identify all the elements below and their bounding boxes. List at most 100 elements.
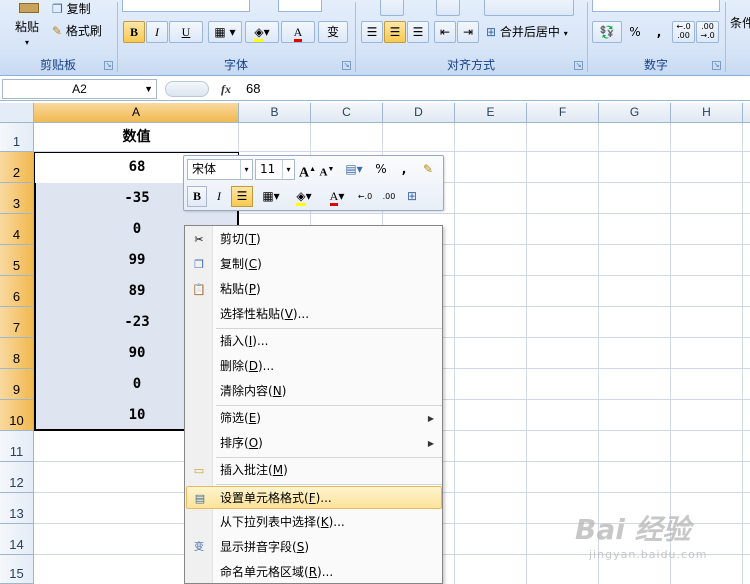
format-painter-button[interactable]: ✎ 格式刷 — [52, 22, 102, 39]
row-header-5[interactable]: 5 — [0, 245, 34, 276]
mini-currency-button[interactable]: ▤▾ — [340, 159, 368, 180]
shrink-font-button[interactable]: A▼ — [318, 159, 336, 180]
mini-increase-decimal-button[interactable]: ←.0 — [354, 186, 376, 207]
font-size-field[interactable] — [278, 0, 322, 12]
font-name-field[interactable] — [122, 0, 250, 12]
formula-input[interactable]: 68 — [246, 81, 260, 96]
percent-button[interactable]: % — [624, 21, 646, 43]
number-launcher-icon[interactable]: ↘ — [712, 61, 721, 70]
bold-button[interactable]: B — [123, 21, 145, 43]
mini-merge-button[interactable]: ⊞ — [402, 186, 422, 207]
row-header-13[interactable]: 13 — [0, 493, 34, 524]
menu-item-show-phonetic[interactable]: 变 显示拼音字段(S) — [186, 536, 442, 559]
underline-button[interactable]: U — [169, 21, 203, 43]
mini-percent-button[interactable]: % — [372, 159, 390, 180]
menu-item-paste[interactable]: 📋 粘贴(P) — [186, 278, 442, 301]
row-header-1[interactable]: 1 — [0, 123, 34, 152]
paste-button[interactable]: 粘贴 ▾ — [6, 3, 48, 50]
row-header-9[interactable]: 9 — [0, 369, 34, 400]
row-header-7[interactable]: 7 — [0, 307, 34, 338]
menu-item-format-cells[interactable]: ▤ 设置单元格格式(F)... — [186, 486, 442, 509]
row-header-3[interactable]: 3 — [0, 183, 34, 214]
fill-color-button[interactable]: ◈▾ — [245, 21, 279, 43]
chevron-down-icon[interactable]: ▼ — [144, 80, 153, 98]
conditional-format-button[interactable]: 条件 — [730, 14, 750, 31]
column-header-e[interactable]: E — [455, 103, 527, 123]
insert-function-icon[interactable]: fx — [215, 80, 237, 98]
number-group: 💱 % , ←.0 .00 .00 →.0 数字 ↘ — [588, 0, 724, 74]
mini-font-name-field[interactable]: 宋体 ▾ — [187, 159, 253, 180]
menu-item-paste-special[interactable]: 选择性粘贴(V)... — [186, 303, 442, 326]
menu-item-cut[interactable]: ✂ 剪切(T) — [186, 228, 442, 251]
currency-button[interactable]: 💱 — [592, 21, 622, 43]
merge-center-button[interactable]: ⊞ 合并后居中 ▾ — [486, 23, 568, 40]
mini-fill-color-button[interactable]: ◈▾ — [288, 186, 320, 207]
menu-item-insert-comment[interactable]: ▭ 插入批注(M) — [186, 459, 442, 482]
align-center-button[interactable]: ☰ — [384, 21, 406, 43]
column-header-h[interactable]: H — [671, 103, 743, 123]
cell-a1[interactable]: 数值 — [34, 123, 239, 152]
mini-bold-button[interactable]: B — [187, 186, 207, 207]
mini-font-color-button[interactable]: A▾ — [322, 186, 352, 207]
menu-item-pick-from-list[interactable]: 从下拉列表中选择(K)... — [186, 511, 442, 534]
row-header-2[interactable]: 2 — [0, 152, 34, 183]
font-launcher-icon[interactable]: ↘ — [342, 61, 351, 70]
menu-item-sort[interactable]: 排序(O) ▶ — [186, 432, 442, 455]
column-header-d[interactable]: D — [383, 103, 455, 123]
align-left-button[interactable]: ☰ — [361, 21, 383, 43]
decrease-decimal-button[interactable]: .00 →.0 — [696, 21, 719, 43]
menu-item-copy[interactable]: ❐ 复制(C) — [186, 253, 442, 276]
row-header-14[interactable]: 14 — [0, 524, 34, 555]
column-header-f[interactable]: F — [527, 103, 599, 123]
grow-font-button[interactable]: A▲ — [298, 159, 316, 181]
column-header-b[interactable]: B — [239, 103, 311, 123]
row-header-15[interactable]: 15 — [0, 555, 34, 584]
number-format-field[interactable] — [592, 0, 720, 12]
formula-bar-splitter[interactable] — [165, 81, 209, 97]
wrap-text-button[interactable] — [484, 0, 574, 16]
menu-item-insert[interactable]: 插入(I)... — [186, 330, 442, 353]
select-all-button[interactable] — [0, 103, 34, 123]
name-box[interactable]: A2 ▼ — [2, 79, 157, 99]
align-top-button[interactable] — [380, 0, 404, 16]
mini-font-size-field[interactable]: 11 ▾ — [255, 159, 295, 180]
chevron-down-icon[interactable]: ▾ — [240, 160, 252, 179]
copy-button[interactable]: ❐ 复制 — [52, 0, 91, 17]
clipboard-launcher-icon[interactable]: ↘ — [104, 61, 113, 70]
mini-comma-button[interactable]: , — [396, 159, 412, 180]
italic-button[interactable]: I — [146, 21, 168, 43]
row-header-6[interactable]: 6 — [0, 276, 34, 307]
decrease-indent-button[interactable]: ⇤ — [434, 21, 456, 43]
column-header-partial[interactable] — [743, 103, 750, 123]
row-header-11[interactable]: 11 — [0, 431, 34, 462]
borders-button[interactable]: ▦ ▾ — [208, 21, 242, 43]
row-header-12[interactable]: 12 — [0, 462, 34, 493]
mini-format-painter-button[interactable]: ✎ — [418, 159, 438, 180]
menu-item-name-range[interactable]: 命名单元格区域(R)... — [186, 561, 442, 584]
wrap-button[interactable] — [436, 0, 460, 16]
column-header-c[interactable]: C — [311, 103, 383, 123]
increase-decimal-button[interactable]: ←.0 .00 — [672, 21, 695, 43]
menu-item-filter[interactable]: 筛选(E) ▶ — [186, 407, 442, 430]
mini-align-center-button[interactable]: ☰ — [231, 186, 253, 207]
menu-item-delete[interactable]: 删除(D)... — [186, 355, 442, 378]
alignment-group: ☰ ☰ ☰ ⇤ ⇥ ⊞ 合并后居中 ▾ 对齐方式 ↘ — [356, 0, 586, 74]
row-header-8[interactable]: 8 — [0, 338, 34, 369]
menu-item-clear-contents[interactable]: 清除内容(N) — [186, 380, 442, 403]
phonetic-button[interactable]: 变 — [318, 21, 348, 43]
align-right-button[interactable]: ☰ — [407, 21, 429, 43]
mini-decrease-decimal-button[interactable]: .00 — [378, 186, 400, 207]
scissors-icon: ✂ — [194, 233, 204, 246]
row-header-4[interactable]: 4 — [0, 214, 34, 245]
alignment-launcher-icon[interactable]: ↘ — [574, 61, 583, 70]
font-color-button[interactable]: A — [281, 21, 315, 43]
chevron-down-icon[interactable]: ▾ — [282, 160, 294, 179]
row-header-10[interactable]: 10 — [0, 400, 34, 431]
comma-button[interactable]: , — [648, 21, 670, 43]
increase-indent-button[interactable]: ⇥ — [457, 21, 479, 43]
mini-borders-button[interactable]: ▦▾ — [256, 186, 286, 207]
watermark-brand: Bai 经验 — [575, 513, 691, 546]
column-header-a[interactable]: A — [34, 103, 239, 123]
mini-italic-button[interactable]: I — [209, 186, 229, 207]
column-header-g[interactable]: G — [599, 103, 671, 123]
